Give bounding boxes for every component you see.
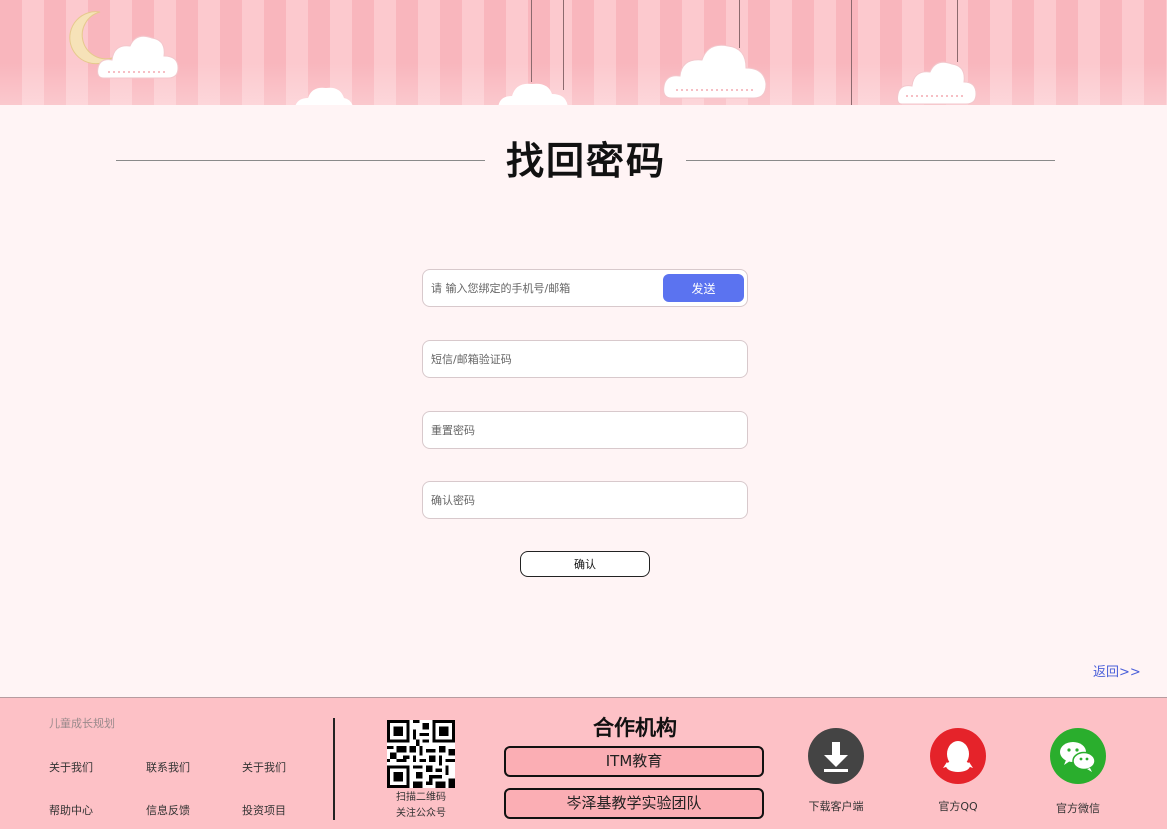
cloud-string bbox=[851, 0, 852, 105]
title-divider-right bbox=[686, 160, 1055, 161]
qr-caption-line-1: 扫描二维码 bbox=[396, 792, 446, 803]
cloud-string bbox=[563, 0, 564, 90]
send-code-button[interactable]: 发送 bbox=[663, 274, 744, 302]
confirm-password-field bbox=[422, 481, 748, 519]
footer-divider bbox=[333, 718, 335, 820]
qr-caption-line-2: 关注公众号 bbox=[396, 808, 446, 819]
partners-title: 合作机构 bbox=[593, 716, 677, 740]
verification-code-field bbox=[422, 340, 748, 378]
header-banner bbox=[0, 0, 1167, 105]
wechat-label: 官方微信 bbox=[1056, 802, 1100, 815]
footer-link-about[interactable]: 关于我们 bbox=[49, 759, 93, 775]
title-divider-left bbox=[116, 160, 485, 161]
footer-link-about-2[interactable]: 关于我们 bbox=[242, 759, 286, 775]
verification-code-input[interactable] bbox=[423, 341, 747, 377]
qr-code bbox=[387, 720, 455, 788]
new-password-field bbox=[422, 411, 748, 449]
footer-link-help[interactable]: 帮助中心 bbox=[49, 802, 93, 818]
account-field: 发送 bbox=[422, 269, 748, 307]
cloud-icon bbox=[663, 44, 767, 99]
wechat-icon[interactable] bbox=[1050, 728, 1106, 784]
qq-label: 官方QQ bbox=[938, 800, 978, 813]
cloud-string bbox=[531, 0, 532, 82]
confirm-button[interactable]: 确认 bbox=[520, 551, 650, 577]
partner-itm[interactable]: ITM教育 bbox=[504, 746, 764, 777]
footer: 儿童成长规划 关于我们 联系我们 关于我们 帮助中心 信息反馈 投资项目 扫描二… bbox=[0, 697, 1167, 829]
footer-link-feedback[interactable]: 信息反馈 bbox=[146, 802, 190, 818]
download-icon[interactable] bbox=[808, 728, 864, 784]
qr-caption: 扫描二维码 关注公众号 bbox=[380, 790, 462, 822]
footer-link-investment[interactable]: 投资项目 bbox=[242, 802, 286, 818]
footer-link-contact[interactable]: 联系我们 bbox=[146, 759, 190, 775]
confirm-password-input[interactable] bbox=[423, 482, 747, 518]
qq-icon[interactable] bbox=[930, 728, 986, 784]
back-link[interactable]: 返回>> bbox=[1093, 661, 1141, 680]
cloud-string bbox=[957, 0, 958, 62]
new-password-input[interactable] bbox=[423, 412, 747, 448]
cloud-icon bbox=[295, 87, 353, 105]
cloud-icon bbox=[897, 61, 977, 105]
partner-lab-team[interactable]: 岑泽基教学实验团队 bbox=[504, 788, 764, 819]
cloud-icon bbox=[97, 35, 179, 79]
footer-heading: 儿童成长规划 bbox=[49, 717, 115, 730]
cloud-icon bbox=[498, 83, 568, 105]
download-label: 下载客户端 bbox=[808, 800, 864, 813]
page-title: 找回密码 bbox=[505, 139, 666, 183]
